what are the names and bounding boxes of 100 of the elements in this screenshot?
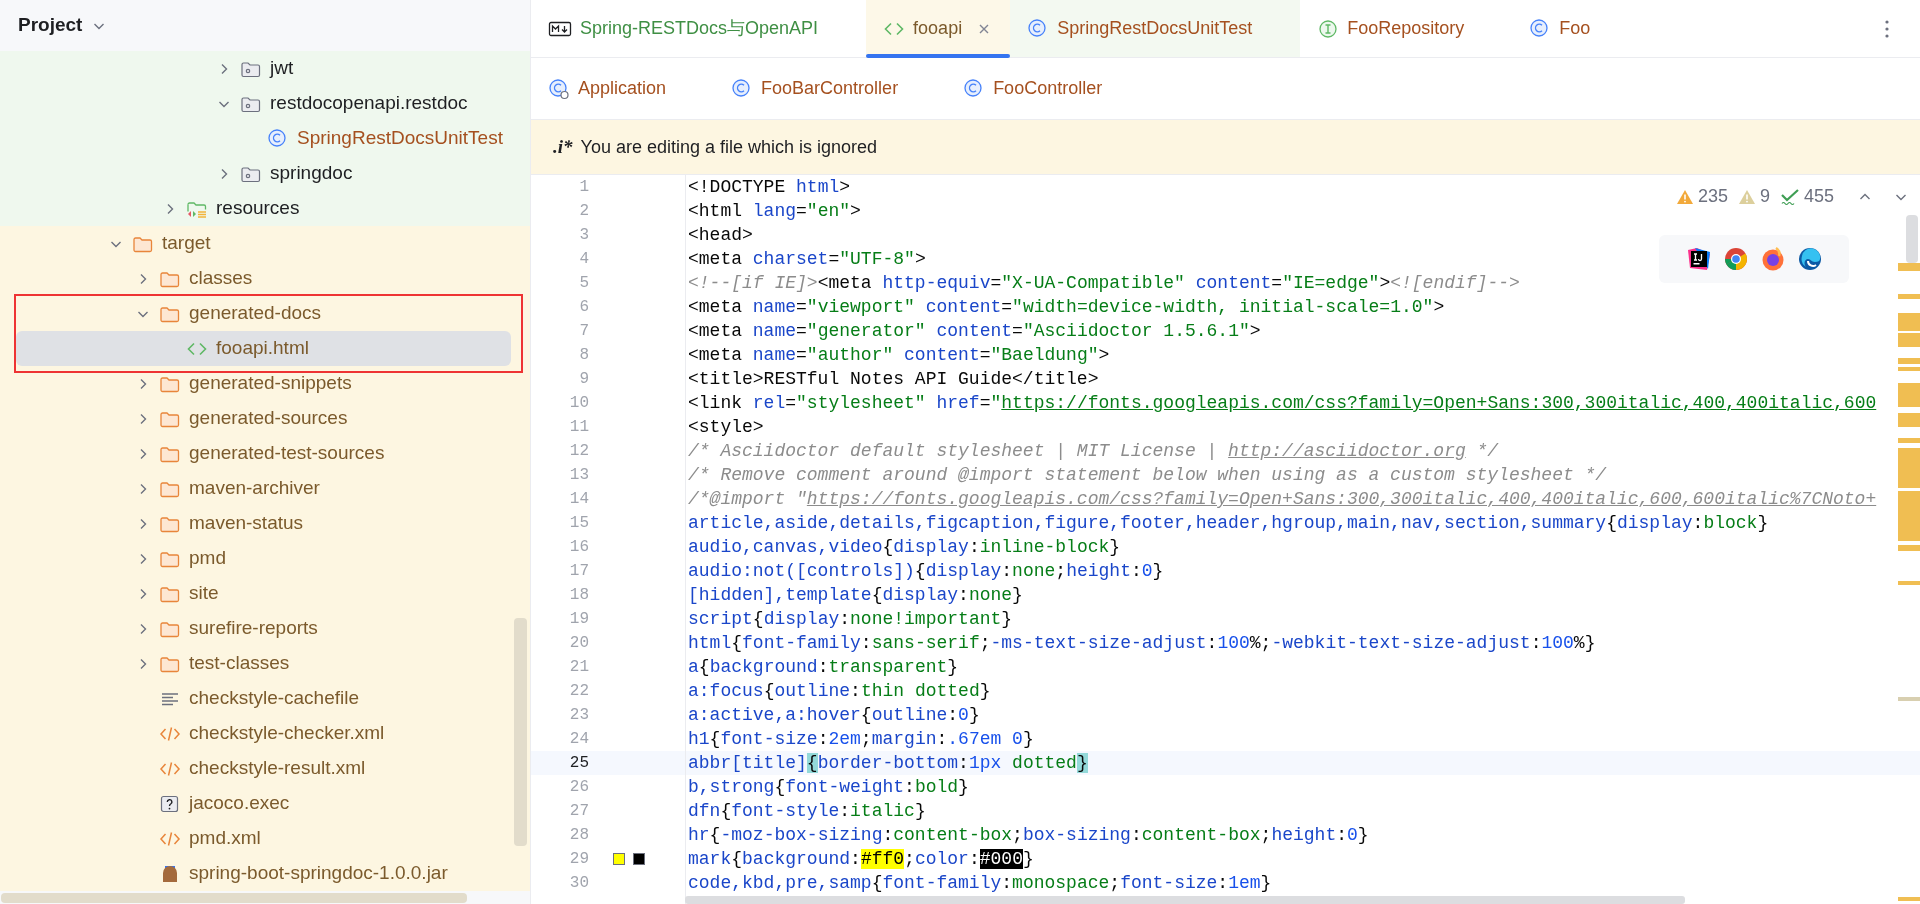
warning-icon[interactable] bbox=[1675, 188, 1694, 205]
line-number: 24 bbox=[568, 729, 589, 750]
line-number: 26 bbox=[568, 777, 589, 798]
color-swatch[interactable] bbox=[633, 853, 645, 865]
code-line: audio:not([controls]){display:none;height:0} bbox=[688, 560, 1164, 583]
line-number: 29 bbox=[568, 849, 589, 870]
line-number: 7 bbox=[578, 321, 589, 342]
tree-item[interactable]: checkstyle-cachefile bbox=[16, 681, 511, 716]
code-line: <style> bbox=[688, 416, 764, 439]
code-line: h1{font-size:2em;margin:.67em 0} bbox=[688, 728, 1034, 751]
tree-item[interactable]: generated-sources bbox=[16, 401, 511, 436]
line-number: 17 bbox=[568, 561, 589, 582]
check-icon[interactable] bbox=[1779, 187, 1800, 206]
tree-item[interactable]: test-classes bbox=[16, 646, 511, 681]
tree-item[interactable]: pmd.xml bbox=[16, 821, 511, 856]
code-line: <link rel="stylesheet" href="https://fonts.googleapis.com/css?family=Open+Sans:300,300italic,400,400italic,600 bbox=[688, 392, 1877, 415]
line-number: 22 bbox=[568, 681, 589, 702]
editor-tab[interactable]: FooBarController bbox=[714, 58, 947, 119]
code-line: <meta name="generator" content="Asciidoctor 1.5.6.1"> bbox=[688, 320, 1261, 343]
editor-tab[interactable]: Foo bbox=[1512, 0, 1639, 57]
horizontal-scrollbar-thumb[interactable] bbox=[1, 893, 467, 903]
line-number: 3 bbox=[578, 225, 589, 246]
line-number: 18 bbox=[568, 585, 589, 606]
code-line: <!--[if IE]><meta http-equiv="X-UA-Compatible" content="IE=edge"><![endif]--> bbox=[688, 272, 1520, 295]
code-line: <meta charset="UTF-8"> bbox=[688, 248, 926, 271]
line-number: 25 bbox=[568, 753, 589, 774]
tree-item[interactable]: generated-docs bbox=[16, 296, 511, 331]
line-number: 1 bbox=[578, 177, 589, 198]
tree-item[interactable]: spring-boot-springdoc-1.0.0.jar bbox=[16, 856, 511, 891]
line-number: 13 bbox=[568, 465, 589, 486]
code-line: <meta name="author" content="Baeldung"> bbox=[688, 344, 1110, 367]
editor-tab[interactable]: Spring-RESTDocs与OpenAPI bbox=[531, 0, 867, 57]
line-number: 19 bbox=[568, 609, 589, 630]
editor-tab[interactable]: FooRepository bbox=[1300, 0, 1513, 57]
tree-item[interactable]: checkstyle-result.xml bbox=[16, 751, 511, 786]
code-line: <meta name="viewport" content="width=device-width, initial-scale=1.0"> bbox=[688, 296, 1445, 319]
line-number: 5 bbox=[578, 273, 589, 294]
line-number: 4 bbox=[578, 249, 589, 270]
editor-tab[interactable]: fooapi bbox=[866, 0, 1011, 57]
code-line: abbr[title]{border-bottom:1px dotted} bbox=[688, 752, 1088, 775]
inspection-counter[interactable]: 9 bbox=[1737, 183, 1770, 210]
tree-item[interactable]: fooapi.html bbox=[16, 331, 511, 366]
code-line: <head> bbox=[688, 224, 753, 247]
more-icon[interactable] bbox=[1884, 20, 1890, 38]
tree-item[interactable]: jacoco.exec bbox=[16, 786, 511, 821]
code-line: /*@import "https://fonts.googleapis.com/css?family=Open+Sans:300,300italic,400,400italic,600,600italic%7CNoto+ bbox=[688, 488, 1877, 511]
editor-tab[interactable]: SpringRestDocsUnitTest bbox=[1010, 0, 1301, 57]
browser-icon[interactable] bbox=[1760, 247, 1785, 271]
code-line: hr{-moz-box-sizing:content-box;box-sizing:content-box;height:0} bbox=[688, 824, 1369, 847]
class-icon bbox=[548, 77, 570, 100]
tree-item[interactable]: classes bbox=[16, 261, 511, 296]
horizontal-scrollbar-thumb[interactable] bbox=[685, 896, 1685, 904]
browser-icon[interactable] bbox=[1723, 247, 1748, 271]
line-number: 8 bbox=[578, 345, 589, 366]
panel-title[interactable]: Project bbox=[18, 11, 83, 40]
code-line: article,aside,details,figcaption,figure,footer,header,hgroup,main,nav,section,summary{display:block} bbox=[688, 512, 1769, 535]
editor-tab[interactable]: Application bbox=[531, 58, 715, 119]
tree-item[interactable]: site bbox=[16, 576, 511, 611]
code-line: mark{background:#ff0;color:#000} bbox=[688, 848, 1034, 871]
code-line: script{display:none!important} bbox=[688, 608, 1013, 631]
tree-item[interactable]: jwt bbox=[16, 51, 511, 86]
code-line: <title>RESTful Notes API Guide</title> bbox=[688, 368, 1099, 391]
tree-item[interactable]: springdoc bbox=[16, 156, 511, 191]
unknown-file-icon bbox=[159, 793, 181, 814]
scrollbar-thumb[interactable] bbox=[514, 618, 527, 846]
code-line: a{background:transparent} bbox=[688, 656, 959, 679]
line-number: 27 bbox=[568, 801, 589, 822]
code-line: b,strong{font-weight:bold} bbox=[688, 776, 969, 799]
app-icon[interactable] bbox=[1686, 247, 1711, 271]
tree-item[interactable]: target bbox=[16, 226, 511, 261]
tree-item[interactable]: surefire-reports bbox=[16, 611, 511, 646]
line-number: 28 bbox=[568, 825, 589, 846]
line-number: 9 bbox=[578, 369, 589, 390]
class-icon bbox=[267, 127, 289, 150]
scrollbar-thumb[interactable] bbox=[1906, 215, 1918, 263]
line-number: 30 bbox=[568, 873, 589, 894]
tree-item[interactable]: checkstyle-checker.xml bbox=[16, 716, 511, 751]
tree-item[interactable]: maven-archiver bbox=[16, 471, 511, 506]
tree-item[interactable]: resources bbox=[16, 191, 511, 226]
code-line: code,kbd,pre,samp{font-family:monospace;font-size:1em} bbox=[688, 872, 1272, 895]
line-number: 23 bbox=[568, 705, 589, 726]
tree-item[interactable]: generated-test-sources bbox=[16, 436, 511, 471]
line-number: 15 bbox=[568, 513, 589, 534]
inspection-counter[interactable]: 235 bbox=[1675, 183, 1728, 210]
tree-item[interactable]: generated-snippets bbox=[16, 366, 511, 401]
code-line: dfn{font-style:italic} bbox=[688, 800, 926, 823]
line-number: 21 bbox=[568, 657, 589, 678]
tree-item[interactable]: restdocopenapi.restdoc bbox=[16, 86, 511, 121]
interface-icon bbox=[1317, 17, 1340, 40]
tree-item[interactable]: SpringRestDocsUnitTest bbox=[16, 121, 511, 156]
tree-item[interactable]: pmd bbox=[16, 541, 511, 576]
browser-icon[interactable] bbox=[1797, 247, 1822, 271]
tree-item[interactable]: maven-status bbox=[16, 506, 511, 541]
inspection-counter[interactable]: 455 bbox=[1779, 183, 1834, 210]
editor-tab[interactable]: FooController bbox=[946, 58, 1151, 119]
banner-text: You are editing a file which is ignored bbox=[580, 135, 878, 159]
code-line: [hidden],template{display:none} bbox=[688, 584, 1023, 607]
code-line: a:active,a:hover{outline:0} bbox=[688, 704, 980, 727]
color-swatch[interactable] bbox=[613, 853, 625, 865]
line-number: 12 bbox=[568, 441, 589, 462]
